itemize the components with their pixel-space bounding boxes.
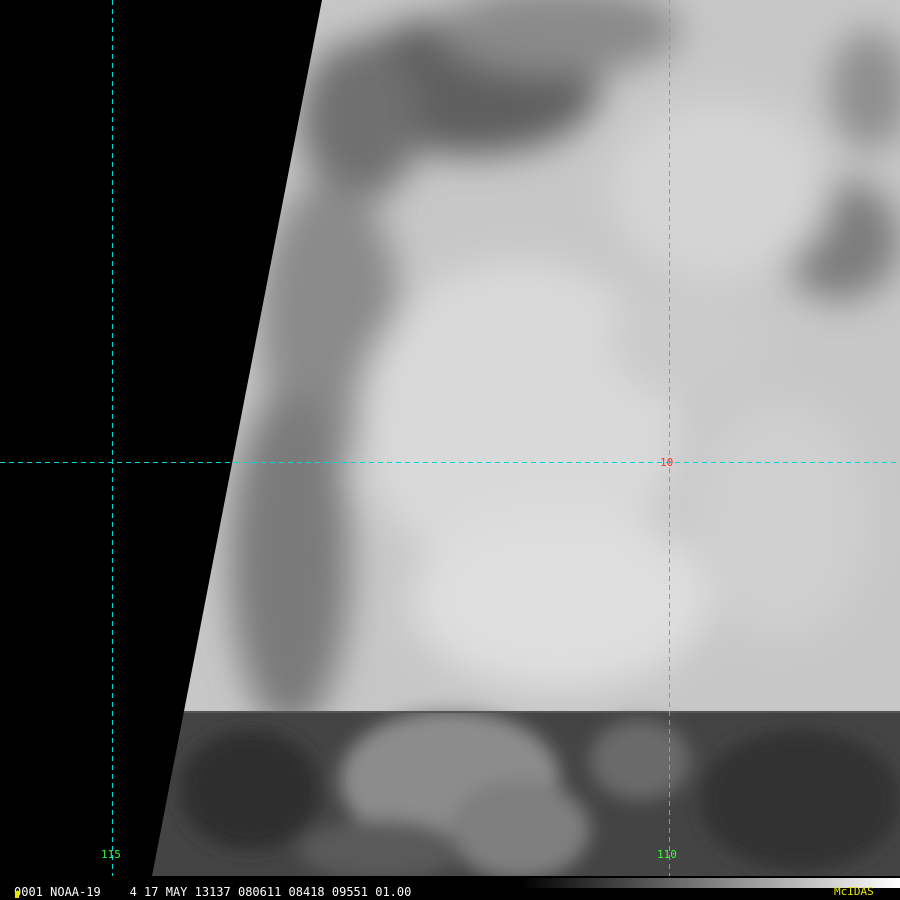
frame-marker-icon xyxy=(15,891,19,898)
swath-lower-band xyxy=(152,710,900,876)
swath-upper xyxy=(152,0,900,730)
longitude-label: 115 xyxy=(101,848,121,861)
image-info-text: 0001 NOAA-19 4 17 MAY 13137 080611 08418… xyxy=(14,885,412,899)
mcidas-logo: McIDAS xyxy=(834,885,874,898)
satellite-imagery xyxy=(0,0,900,876)
latitude-label: 10 xyxy=(660,456,674,469)
satellite-image-viewer: 10 115 110 0001 NOAA-19 4 17 MAY 13137 0… xyxy=(0,0,900,900)
longitude-label: 110 xyxy=(657,848,677,861)
